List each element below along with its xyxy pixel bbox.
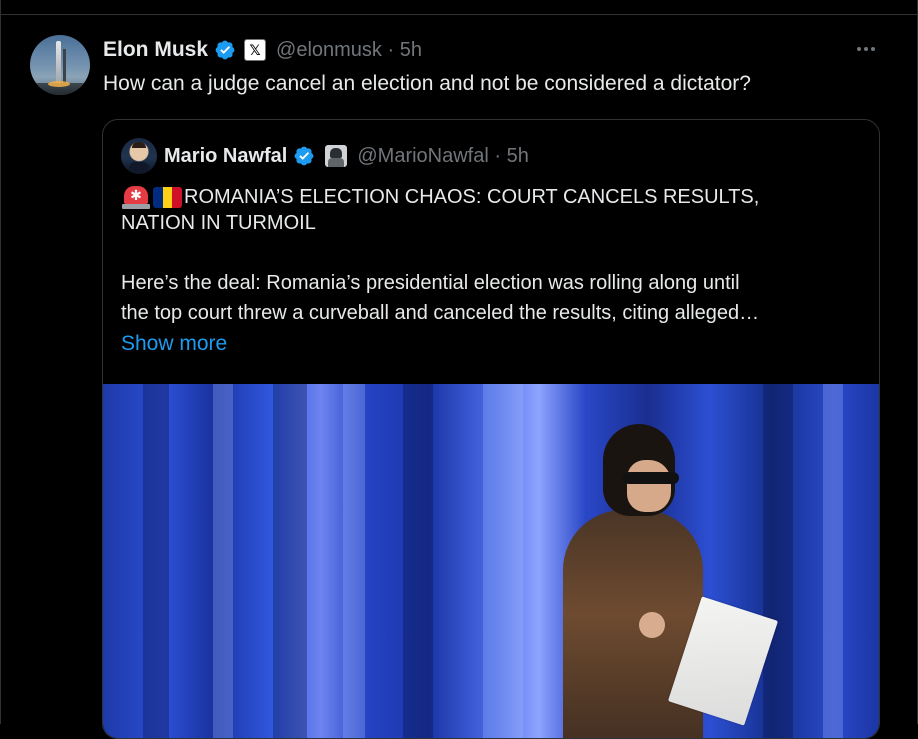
tweet-time[interactable]: 5h: [400, 39, 422, 61]
tweet-header: Elon Musk 𝕏 @elonmusk · 5h: [103, 36, 422, 64]
avatar-tower: [63, 49, 66, 85]
divider: [1, 14, 918, 15]
show-more-link[interactable]: Show more: [121, 332, 227, 356]
quoted-author-handle[interactable]: @MarioNawfal · 5h: [357, 145, 528, 168]
curtain-fold: [763, 384, 793, 738]
headline-line2: NATION IN TURMOIL: [121, 212, 316, 234]
curtain-fold: [483, 384, 523, 738]
verified-badge-icon: [294, 146, 314, 166]
quoted-author-avatar[interactable]: [121, 138, 157, 174]
romania-flag-icon: [153, 186, 182, 208]
body-line2: the top court threw a curveball and canc…: [121, 302, 760, 324]
curtain-fold: [143, 384, 169, 738]
quoted-tweet-time[interactable]: 5h: [507, 145, 529, 167]
avatar-glow: [48, 81, 70, 87]
headline-line1: ROMANIA’S ELECTION CHAOS: COURT CANCELS …: [184, 185, 760, 208]
more-icon[interactable]: [851, 38, 881, 60]
quoted-tweet-header: Mario Nawfal @MarioNawfal · 5h: [164, 143, 529, 169]
author-name[interactable]: Elon Musk: [103, 38, 208, 62]
quoted-tweet[interactable]: Mario Nawfal @MarioNawfal · 5h ✱ ROMANIA…: [102, 119, 880, 739]
voter-figure: [563, 420, 779, 738]
quoted-headline: ✱ ROMANIA’S ELECTION CHAOS: COURT CANCEL…: [121, 182, 759, 212]
curtain-fold: [403, 384, 433, 738]
body-line1: Here’s the deal: Romania’s presidential …: [121, 272, 740, 294]
verified-badge-icon: [215, 40, 235, 60]
author-avatar[interactable]: [30, 35, 90, 95]
author-handle[interactable]: @elonmusk · 5h: [276, 39, 422, 62]
siren-icon: ✱: [121, 184, 151, 210]
curtain-fold: [343, 384, 365, 738]
x-affiliate-icon: 𝕏: [244, 39, 267, 61]
quoted-author-name[interactable]: Mario Nawfal: [164, 145, 287, 168]
curtain-fold: [823, 384, 843, 738]
curtain-fold: [213, 384, 233, 738]
tweet-text: How can a judge cancel an election and n…: [103, 72, 751, 95]
avatar-rocket: [56, 41, 61, 85]
affiliate-avatar-icon: [325, 145, 348, 167]
curtain-fold: [273, 384, 307, 738]
quoted-media-image[interactable]: [103, 384, 879, 738]
timeline-column: Elon Musk 𝕏 @elonmusk · 5h How can a jud…: [0, 0, 918, 739]
